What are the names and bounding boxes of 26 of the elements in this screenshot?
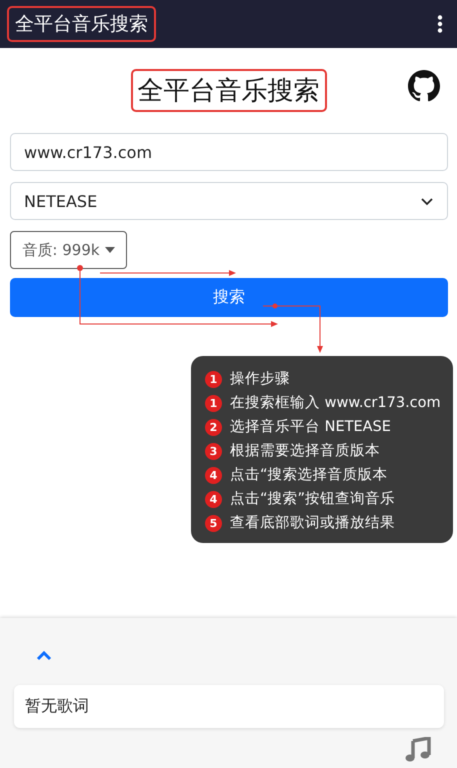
step-text: 查看底部歌词或播放结果: [230, 514, 395, 533]
caret-icon: [104, 247, 115, 253]
step-text: 选择音乐平台 NETEASE: [230, 418, 391, 437]
search-field[interactable]: www.cr173.com: [10, 133, 448, 171]
step-number: 5: [205, 515, 222, 532]
step-number: 1: [205, 395, 222, 412]
app-title: 全平台音乐搜索: [7, 6, 156, 42]
step-number: 2: [205, 419, 222, 436]
step-number: 1: [205, 371, 222, 388]
github-icon[interactable]: [408, 70, 440, 102]
step-number: 4: [205, 491, 222, 508]
step-number: 3: [205, 443, 222, 460]
step-text: 在搜索框输入 www.cr173.com: [230, 394, 441, 413]
step-text: 操作步骤: [230, 370, 290, 389]
music-note-icon[interactable]: [405, 737, 431, 763]
chevron-icon[interactable]: [35, 650, 53, 662]
lyrics-text: 暂无歌词: [25, 696, 89, 717]
step-text: 根据需要选择音质版本: [230, 442, 380, 461]
platform-select[interactable]: NETEASE: [10, 182, 448, 220]
step-text: 点击“搜索选择音质版本: [230, 466, 388, 485]
quality-dropdown[interactable]: 音质: 999k: [10, 231, 127, 269]
menu-icon[interactable]: [437, 15, 443, 33]
step-number: 4: [205, 467, 222, 484]
step-text: 点击“搜索”按钮查询音乐: [230, 490, 396, 509]
search-button[interactable]: 搜索: [10, 278, 448, 317]
page-heading: 全平台音乐搜索: [130, 68, 326, 112]
